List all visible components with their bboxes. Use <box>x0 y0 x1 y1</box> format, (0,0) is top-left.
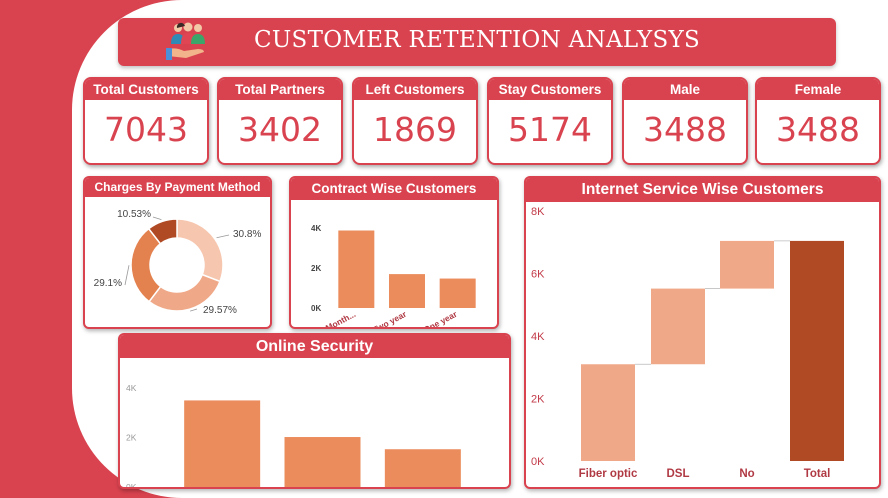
donut-leader-line <box>152 216 162 220</box>
kpi-value: 5174 <box>508 110 592 149</box>
donut-slice-label: 30.8% <box>233 229 261 240</box>
kpi-label: Female <box>757 79 879 100</box>
payment-method-donut: 30.8% 29.57% 29.1% 10.53% <box>94 209 262 316</box>
dashboard-header: CUSTOMER RETENTION ANALYSYS <box>118 18 836 66</box>
kpi-card-female: Female 3488 <box>755 77 881 165</box>
kpi-label: Male <box>624 79 746 100</box>
x-category-label: Month... <box>324 309 357 327</box>
bar <box>184 400 261 487</box>
internet-service-card: Internet Service Wise Customers 0K 2K 4K 6K… <box>524 176 881 489</box>
x-category-label: Total <box>804 468 831 480</box>
donut-leader-line <box>124 265 130 286</box>
donut-slice-label: 10.53% <box>117 209 151 220</box>
page-title: CUSTOMER RETENTION ANALYSYS <box>253 27 701 53</box>
x-category-label: Fiber optic <box>579 468 638 480</box>
kpi-label: Total Customers <box>85 79 207 100</box>
y-tick-label: 4K <box>126 383 137 393</box>
bar <box>439 278 476 308</box>
kpi-value: 1869 <box>373 110 457 149</box>
online-security-card: Online Security 0K2K4KNoYesNo internet s… <box>118 333 511 489</box>
kpi-label: Stay Customers <box>489 79 611 100</box>
chart-title: Contract Wise Customers <box>291 178 497 200</box>
kpi-card-left-customers: Left Customers 1869 <box>352 77 478 165</box>
waterfall-bar <box>651 288 705 365</box>
bar <box>284 437 361 487</box>
kpi-label: Left Customers <box>354 79 476 100</box>
contract-bar-chart: 0K 2K 4K Month... Two year One year <box>311 224 476 327</box>
kpi-value: 3488 <box>776 110 860 149</box>
y-tick-label: 4K <box>311 224 321 233</box>
donut-leader-line <box>216 234 230 239</box>
y-tick-label: 0K <box>311 304 321 313</box>
online-security-bar-chart: 0K2K4KNoYesNo internet service <box>126 383 461 487</box>
x-category-label: Two year <box>371 309 408 327</box>
kpi-card-total-partners: Total Partners 3402 <box>217 77 343 165</box>
donut-slice <box>176 218 224 283</box>
waterfall-bar <box>720 240 774 289</box>
y-tick-label: 2K <box>531 394 545 406</box>
kpi-card-total-customers: Total Customers 7043 <box>83 77 209 165</box>
donut-slice <box>130 227 162 303</box>
kpi-card-stay-customers: Stay Customers 5174 <box>487 77 613 165</box>
contract-card: Contract Wise Customers 0K 2K 4K Month... Tw… <box>289 176 499 329</box>
bar <box>384 449 461 487</box>
kpi-value: 7043 <box>104 110 188 149</box>
kpi-value: 3402 <box>238 110 322 149</box>
kpi-card-male: Male 3488 <box>622 77 748 165</box>
chart-title: Internet Service Wise Customers <box>526 178 879 202</box>
customers-hand-icon <box>166 22 205 60</box>
y-tick-label: 6K <box>531 269 545 281</box>
kpi-value: 3488 <box>643 110 727 149</box>
bar <box>338 230 375 308</box>
chart-title: Charges By Payment Method <box>85 178 270 197</box>
x-category-label: No <box>739 468 754 480</box>
x-category-label: One year <box>422 309 459 327</box>
internet-service-waterfall-chart: 0K 2K 4K 6K 8K Fiber optic DSL No Total <box>531 206 844 480</box>
chart-title: Online Security <box>120 335 509 358</box>
waterfall-bar <box>790 240 844 461</box>
payment-method-card: Charges By Payment Method 30.8% 29.57% 29.… <box>83 176 272 329</box>
kpi-label: Total Partners <box>219 79 341 100</box>
bar <box>389 274 425 308</box>
y-tick-label: 8K <box>531 206 545 218</box>
waterfall-bar <box>581 364 635 461</box>
x-category-label: DSL <box>667 468 690 480</box>
y-tick-label: 0K <box>126 482 137 487</box>
donut-slice-label: 29.1% <box>94 278 122 289</box>
y-tick-label: 2K <box>311 264 321 273</box>
y-tick-label: 2K <box>126 433 137 443</box>
y-tick-label: 0K <box>531 456 545 468</box>
donut-slice-label: 29.57% <box>203 305 237 316</box>
y-tick-label: 4K <box>531 331 545 343</box>
